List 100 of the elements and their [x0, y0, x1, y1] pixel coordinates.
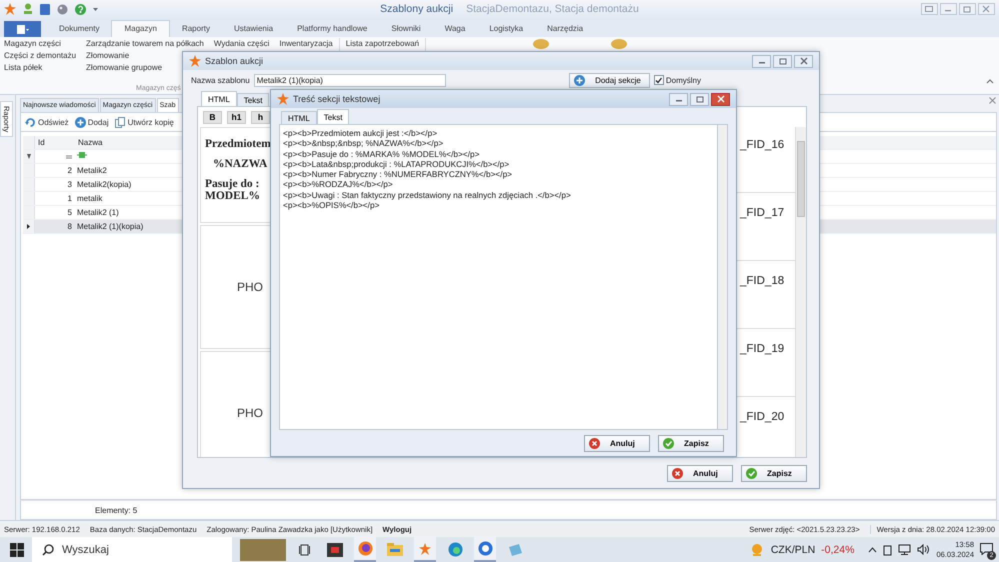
window-icon: [925, 6, 934, 12]
format-button[interactable]: h1: [227, 110, 246, 124]
toolbar-button[interactable]: Dodaj: [74, 116, 109, 128]
maximize-icon: [696, 96, 704, 102]
notification-icon[interactable]: [980, 542, 993, 554]
dialog-title: Treść sekcji tekstowej: [293, 94, 380, 104]
maximize-icon: [963, 6, 972, 12]
window-subtitle: StacjaDemontazu, Stacja demontażu: [466, 3, 639, 15]
ribbon-item[interactable]: Inwentaryzacja: [279, 38, 333, 50]
check-icon: [746, 468, 757, 478]
dropdown-icon[interactable]: [93, 6, 98, 12]
row-header[interactable]: [23, 220, 35, 233]
text-area[interactable]: <p><b>Przedmiotem aukcji jest :</b></p> <p><b>&nbsp;&nbsp; %NAZWA%</b></p> <p><b>Pasuje do : %MARKA% %MODEL%</b></p> <p><b>Lata&nbsp;produkcji : %LATAPRODUKCJI%</b></p> <p><b>Numer Fabryczny : %NUMERFABRYCZNY%</b></p> <p><b>%RODZAJ%</b></p> <p><b>Uwagi : Stan faktyczny przedstawiony na realnych zdjęciach .</b></p> <p><b>%OPIS%</b></p>: [279, 124, 718, 430]
format-button[interactable]: B: [203, 110, 222, 124]
tab[interactable]: Tekst: [236, 93, 270, 106]
equals-icon[interactable]: [66, 155, 72, 159]
collapse-ribbon-icon[interactable]: [986, 78, 994, 84]
ribbon-item[interactable]: Lista zapotrzebowań: [346, 38, 420, 50]
copy-icon: [114, 116, 126, 128]
dialog-title: Szablon aukcji: [205, 56, 264, 66]
checkbox-label: Domyślny: [666, 76, 701, 84]
field-label: Nazwa szablonu: [191, 76, 250, 84]
ribbon-item[interactable]: Wydania części: [214, 38, 270, 50]
table-cell-text: 2: [68, 165, 73, 177]
dialog-button[interactable]: Zapisz: [658, 434, 724, 452]
ribbon-item[interactable]: Części z demontażu: [4, 50, 76, 62]
close-button[interactable]: [794, 54, 813, 68]
preview-text: Pasuje do :: [205, 178, 260, 190]
document-icon[interactable]: [40, 4, 50, 14]
toolbar-button[interactable]: Odśwież: [25, 116, 69, 128]
refresh-icon: [25, 116, 36, 128]
maximize-button[interactable]: [690, 92, 709, 106]
toolbar-button[interactable]: Utwórz kopię: [114, 116, 174, 128]
app-icon[interactable]: [474, 537, 496, 562]
help-icon[interactable]: [75, 4, 86, 14]
table-cell-text: 5: [68, 207, 73, 219]
checkbox[interactable]: [654, 75, 664, 85]
window-title: Szablony aukcji: [380, 3, 454, 15]
star-icon: [419, 542, 431, 554]
ribbon-tab[interactable]: Magazyn: [111, 20, 170, 37]
menu-icon: [16, 24, 28, 34]
ribbon-tab[interactable]: Dokumenty: [47, 21, 112, 37]
ribbon-tab[interactable]: Słowniki: [379, 21, 433, 37]
minimize-button[interactable]: [669, 92, 688, 106]
tab[interactable]: HTML: [281, 111, 317, 124]
scrollbar[interactable]: [795, 127, 806, 457]
current-row-icon: [27, 224, 30, 229]
browser-icon[interactable]: [354, 537, 376, 562]
person-icon[interactable]: [23, 3, 33, 15]
close-icon: [982, 5, 990, 13]
preview-text: MODEL%: [205, 190, 261, 202]
ribbon-tab[interactable]: Ustawienia: [222, 21, 286, 37]
filter-row-icon: [26, 154, 30, 159]
scrollbar[interactable]: [718, 124, 728, 430]
cancel-icon: [589, 438, 600, 448]
ribbon-tab[interactable]: Narzędzia: [535, 21, 596, 37]
close-button[interactable]: [978, 3, 995, 15]
filter-icon[interactable]: [77, 151, 87, 159]
options-button[interactable]: [920, 3, 938, 15]
tab[interactable]: Tekst: [316, 109, 350, 124]
add-section-button[interactable]: Dodaj sekcje: [569, 72, 650, 88]
app-logo-icon[interactable]: [414, 537, 436, 562]
currency-change: -0,24%: [821, 544, 854, 556]
table-cell-text: Metalik2: [76, 165, 107, 177]
close-icon[interactable]: [989, 97, 996, 104]
add-icon: [74, 116, 86, 128]
table-cell-text: 1: [68, 193, 73, 205]
ribbon-tab[interactable]: Logistyka: [477, 21, 536, 37]
speaker-icon[interactable]: [917, 544, 930, 555]
search-field[interactable]: Wyszukaj: [32, 537, 232, 562]
minimize-button[interactable]: [940, 3, 957, 15]
close-icon: [716, 95, 724, 103]
maximize-button[interactable]: [773, 54, 792, 68]
start-icon[interactable]: [10, 542, 24, 556]
dialog-button[interactable]: Anuluj: [667, 464, 733, 482]
ribbon-tab[interactable]: Raporty: [170, 21, 222, 37]
maximize-icon: [778, 58, 786, 64]
close-button[interactable]: [711, 92, 730, 106]
minimize-button[interactable]: [752, 54, 771, 68]
ribbon-item[interactable]: Zarządzanie towarem na półkach: [86, 38, 204, 50]
ribbon-item[interactable]: Lista półek: [4, 62, 76, 74]
add-icon: [574, 74, 586, 86]
dialog-button[interactable]: Anuluj: [584, 434, 650, 452]
table-cell-text: 3: [68, 179, 73, 191]
app-logo-icon: [277, 93, 289, 105]
column-header[interactable]: Id: [35, 136, 75, 149]
maximize-button[interactable]: [958, 3, 976, 15]
ribbon-tab[interactable]: Platformy handlowe: [285, 21, 380, 37]
table-cell-text: metalik: [76, 193, 102, 205]
network-icon[interactable]: [898, 544, 912, 555]
dialog-button[interactable]: Zapisz: [741, 464, 807, 482]
table-cell-text: Metalik2(kopia): [76, 179, 132, 191]
tab[interactable]: HTML: [201, 91, 237, 106]
template-name-field[interactable]: Metalik2 (1)(kopia): [254, 74, 446, 86]
ribbon-item[interactable]: Magazyn części: [4, 38, 76, 50]
format-button[interactable]: h: [251, 110, 270, 124]
file-menu-button[interactable]: [4, 21, 41, 37]
chevron-up-icon[interactable]: [868, 546, 878, 552]
ribbon-tab[interactable]: Waga: [432, 21, 478, 37]
close-icon: [800, 57, 808, 65]
